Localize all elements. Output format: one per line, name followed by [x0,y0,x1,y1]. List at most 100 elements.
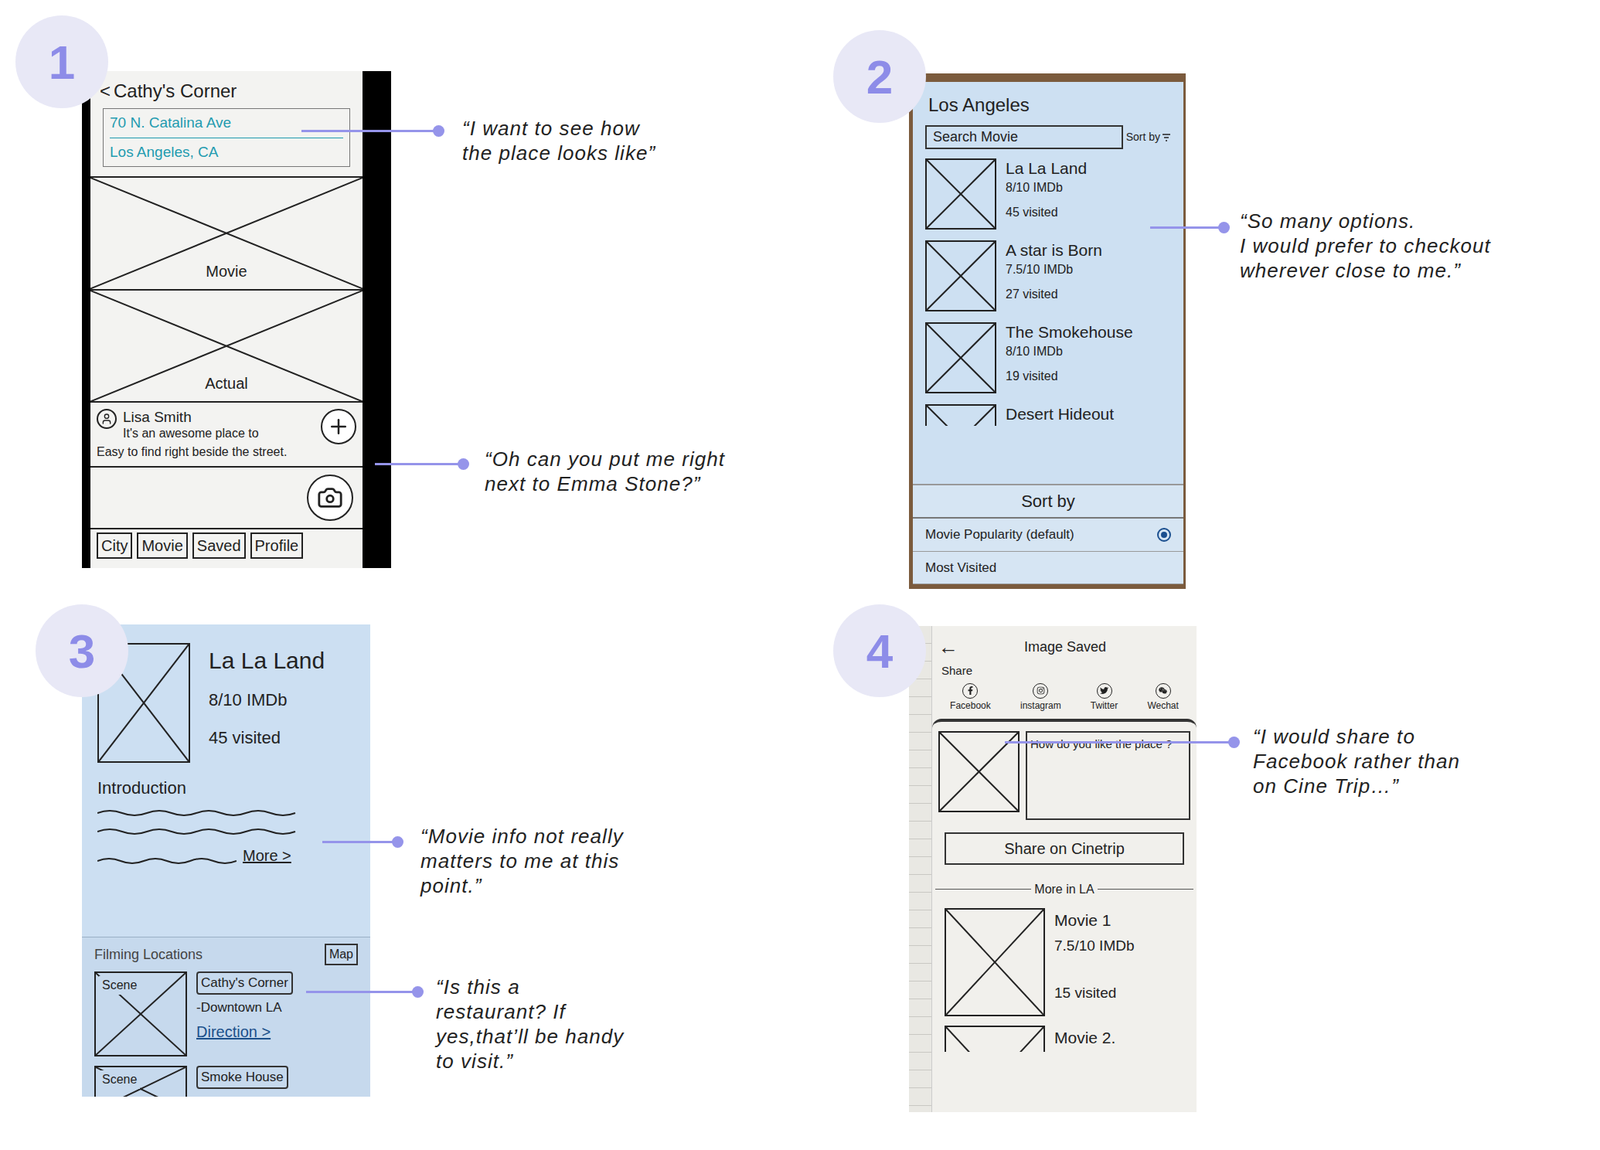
radio-button[interactable] [1157,560,1172,575]
search-row: Search MovieSort by [925,125,1172,150]
movie-title: La La Land [1005,158,1087,179]
visit-count: 27 visited [1005,285,1103,304]
callout-dot [432,125,445,137]
movie-title: La La Land [208,643,325,678]
nav-tab[interactable]: Movie [136,532,188,559]
compare-image: Movie [90,177,363,291]
movie-row[interactable]: The Smokehouse8/10 IMDb19 visited [925,322,1172,394]
share-target[interactable]: instagram [1020,683,1062,713]
camera-button[interactable] [306,474,354,521]
share-button[interactable]: Share on Cinetrip [944,832,1185,865]
movie-row[interactable]: A star is Born7.5/10 IMDb27 visited [925,240,1172,312]
sort-button[interactable]: Sort by [1126,129,1172,146]
finding-panel: La La Land 8/10 IMDb 45 visited Introductio… [0,575,800,1150]
direction-link[interactable]: Direction > [196,1020,271,1044]
filming-locations: Filming LocationsMapSceneCathy's Corner-… [81,936,371,1097]
reviewer-name: Lisa Smith [122,408,315,426]
quote-line: “I would share to [1252,724,1461,749]
network-label: instagram [1020,698,1062,713]
cross-icon [946,1027,1044,1052]
scene-label: Scene [98,976,140,995]
image-placeholder [925,158,997,230]
address-line: 70 N. Catalina Ave [109,112,344,139]
finding-panel: ←Image SavedShareFacebookinstagramTwitte… [800,575,1600,1150]
notebook-edge [908,626,933,1113]
quote-line: to visit.” [435,1048,624,1074]
review-body: Lisa SmithIt's an awesome place to [122,408,315,442]
callout-quote: “I would share toFacebook rather thanon … [1252,724,1461,799]
map-button[interactable]: Map [324,943,358,966]
callout-line [322,840,399,844]
cross-icon [946,909,1044,1015]
movie-info: La La Land 8/10 IMDb 45 visited [208,643,325,763]
network-icon [1155,683,1172,699]
movie-row[interactable]: Movie 2. [932,1025,1197,1052]
back-button[interactable]: ← [938,632,959,663]
nav-tab[interactable]: City [96,532,133,559]
location-name[interactable]: Cathy's Corner [196,971,293,995]
cross-icon [926,160,995,229]
camera-row [90,467,363,528]
user-icon [96,408,117,429]
radio-button[interactable] [1157,527,1172,542]
compare-image: Actual [90,290,363,402]
cross-icon [926,323,995,392]
section-title: Filming Locations [94,944,203,966]
search-input[interactable]: Search Movie [925,125,1124,150]
movie-row[interactable]: Desert Hideout [925,404,1172,426]
review-text: It's an awesome place to [122,425,315,442]
image-label: Movie [202,259,250,283]
network-icon [1096,683,1113,699]
callout-quote: “I want to see howthe place looks like” [462,115,656,166]
sort-option[interactable]: Movie Popularity (default) [912,518,1184,552]
radio-dot [1160,531,1168,538]
nav-tab[interactable]: Saved [192,532,246,559]
network-label: Facebook [949,698,991,713]
nav-tab[interactable]: Profile [250,532,304,559]
location-name[interactable]: Smoke House [196,1065,289,1090]
introduction: IntroductionMore > [81,775,371,868]
review-head: Lisa SmithIt's an awesome place to [96,408,357,445]
paper-screen: <Cathy's Corner70 N. Catalina AveLos Ang… [90,71,363,569]
address-box[interactable]: 70 N. Catalina AveLos Angeles, CA [102,108,351,167]
location-row: SceneCathy's Corner-Downtown LADirection… [94,971,358,1057]
share-target[interactable]: Facebook [949,683,991,713]
quote-line: yes,that’ll be handy [435,1024,624,1049]
callout-dot [457,458,470,470]
share-targets: Facebook instagram Twitter Wechat [932,683,1197,713]
text-placeholder-icon [97,854,237,868]
image-placeholder [944,908,1046,1017]
header: <Cathy's Corner [90,71,363,106]
add-button[interactable] [320,408,357,445]
sort-option[interactable]: Most Visited [912,551,1184,586]
quote-line: “So many options. [1239,208,1492,234]
city-title: Los Angeles [912,81,1184,120]
bottom-nav: CityMovieSavedProfile [90,527,363,569]
movie-title: Movie 1 [1054,908,1135,933]
quote-line: next to Emma Stone?” [484,471,726,497]
quote-line: I would prefer to checkout [1239,233,1492,259]
camera-icon [316,484,344,511]
image-placeholder [925,240,997,312]
comment-input[interactable]: How do you like the place ? [1025,731,1191,821]
movie-info: The Smokehouse8/10 IMDb19 visited [1005,322,1134,394]
movie-title: Desert Hideout [1005,404,1114,426]
movie-rating: 8/10 IMDb [208,687,325,713]
movie-row[interactable]: La La Land8/10 IMDb45 visited [925,158,1172,230]
network-label: Wechat [1147,698,1178,713]
divider-line [935,888,1032,890]
share-target[interactable]: Twitter [1090,683,1118,713]
quote-line: on Cine Trip…” [1252,773,1461,799]
visit-count: 45 visited [208,725,325,751]
quote-line: Facebook rather than [1252,748,1461,774]
callout-quote: “So many options.I would prefer to check… [1239,208,1492,283]
finding-panel: Los Angeles Search MovieSort by La La Land… [800,0,1600,576]
movie-row[interactable]: Movie 17.5/10 IMDb15 visited [932,908,1197,1017]
share-target[interactable]: Wechat [1147,683,1178,713]
screen-title: Image Saved [958,636,1191,658]
more-link[interactable]: More > [242,844,292,868]
network-label: Twitter [1090,698,1118,713]
movie-info: La La Land8/10 IMDb45 visited [1005,158,1087,230]
callout-line [1150,226,1225,229]
plus-icon [326,415,351,439]
